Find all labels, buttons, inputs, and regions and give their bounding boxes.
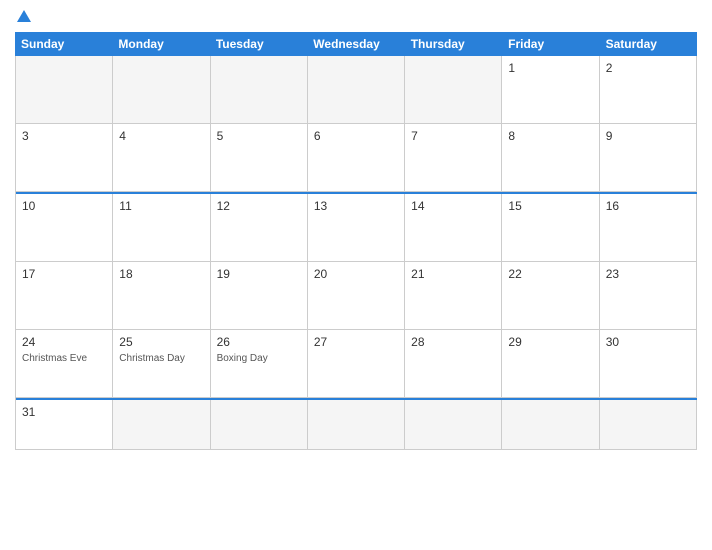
date-number: 25 [119,335,203,349]
cal-cell: 4 [113,124,210,192]
day-header: Tuesday [210,32,307,56]
cal-cell: 20 [308,262,405,330]
date-number: 2 [606,61,690,75]
cal-cell [113,400,210,450]
date-number: 1 [508,61,592,75]
cal-cell: 18 [113,262,210,330]
cal-cell: 10 [16,194,113,262]
cal-cell [211,56,308,124]
date-number: 13 [314,199,398,213]
date-number: 11 [119,199,203,213]
cal-cell [113,56,210,124]
cal-cell [600,400,697,450]
day-header: Monday [112,32,209,56]
cal-cell: 27 [308,330,405,398]
day-header: Sunday [15,32,112,56]
cal-cell: 11 [113,194,210,262]
day-header: Thursday [405,32,502,56]
date-number: 7 [411,129,495,143]
cal-cell [211,400,308,450]
cal-cell [405,400,502,450]
calendar-header [15,10,697,24]
cal-cell [405,56,502,124]
cal-cell: 29 [502,330,599,398]
date-number: 17 [22,267,106,281]
date-number: 12 [217,199,301,213]
cal-cell: 8 [502,124,599,192]
date-number: 21 [411,267,495,281]
cal-cell: 9 [600,124,697,192]
date-number: 29 [508,335,592,349]
date-number: 18 [119,267,203,281]
cal-cell: 16 [600,194,697,262]
cal-cell: 24 Christmas Eve [16,330,113,398]
date-number: 5 [217,129,301,143]
day-header: Saturday [600,32,697,56]
day-header: Wednesday [307,32,404,56]
date-number: 31 [22,405,106,419]
date-number: 8 [508,129,592,143]
cal-cell: 21 [405,262,502,330]
date-number: 30 [606,335,690,349]
date-number: 6 [314,129,398,143]
cal-cell: 3 [16,124,113,192]
logo-triangle-icon [17,10,31,22]
cal-cell: 5 [211,124,308,192]
cal-cell: 1 [502,56,599,124]
holiday-name: Christmas Eve [22,352,106,365]
cal-cell [16,56,113,124]
cal-cell [502,400,599,450]
cal-cell: 17 [16,262,113,330]
cal-cell [308,56,405,124]
date-number: 26 [217,335,301,349]
cal-cell: 30 [600,330,697,398]
date-number: 28 [411,335,495,349]
date-number: 14 [411,199,495,213]
date-number: 24 [22,335,106,349]
date-number: 22 [508,267,592,281]
holiday-name: Christmas Day [119,352,203,365]
cal-cell: 23 [600,262,697,330]
date-number: 16 [606,199,690,213]
calendar-wrapper: SundayMondayTuesdayWednesdayThursdayFrid… [0,0,712,550]
cal-cell: 15 [502,194,599,262]
cal-cell: 2 [600,56,697,124]
date-number: 10 [22,199,106,213]
cal-cell: 6 [308,124,405,192]
date-number: 20 [314,267,398,281]
cal-cell: 12 [211,194,308,262]
date-number: 15 [508,199,592,213]
date-number: 23 [606,267,690,281]
cal-cell: 7 [405,124,502,192]
cal-cell: 22 [502,262,599,330]
holiday-name: Boxing Day [217,352,301,365]
cal-cell: 31 [16,400,113,450]
logo [15,10,31,24]
day-header: Friday [502,32,599,56]
cal-cell: 26 Boxing Day [211,330,308,398]
cal-cell: 14 [405,194,502,262]
cal-cell: 28 [405,330,502,398]
cal-cell: 13 [308,194,405,262]
day-headers: SundayMondayTuesdayWednesdayThursdayFrid… [15,32,697,56]
cal-cell: 25 Christmas Day [113,330,210,398]
date-number: 4 [119,129,203,143]
date-number: 3 [22,129,106,143]
calendar-grid: 123456789101112131415161718192021222324C… [15,56,697,450]
date-number: 19 [217,267,301,281]
date-number: 27 [314,335,398,349]
date-number: 9 [606,129,690,143]
cal-cell [308,400,405,450]
cal-cell: 19 [211,262,308,330]
